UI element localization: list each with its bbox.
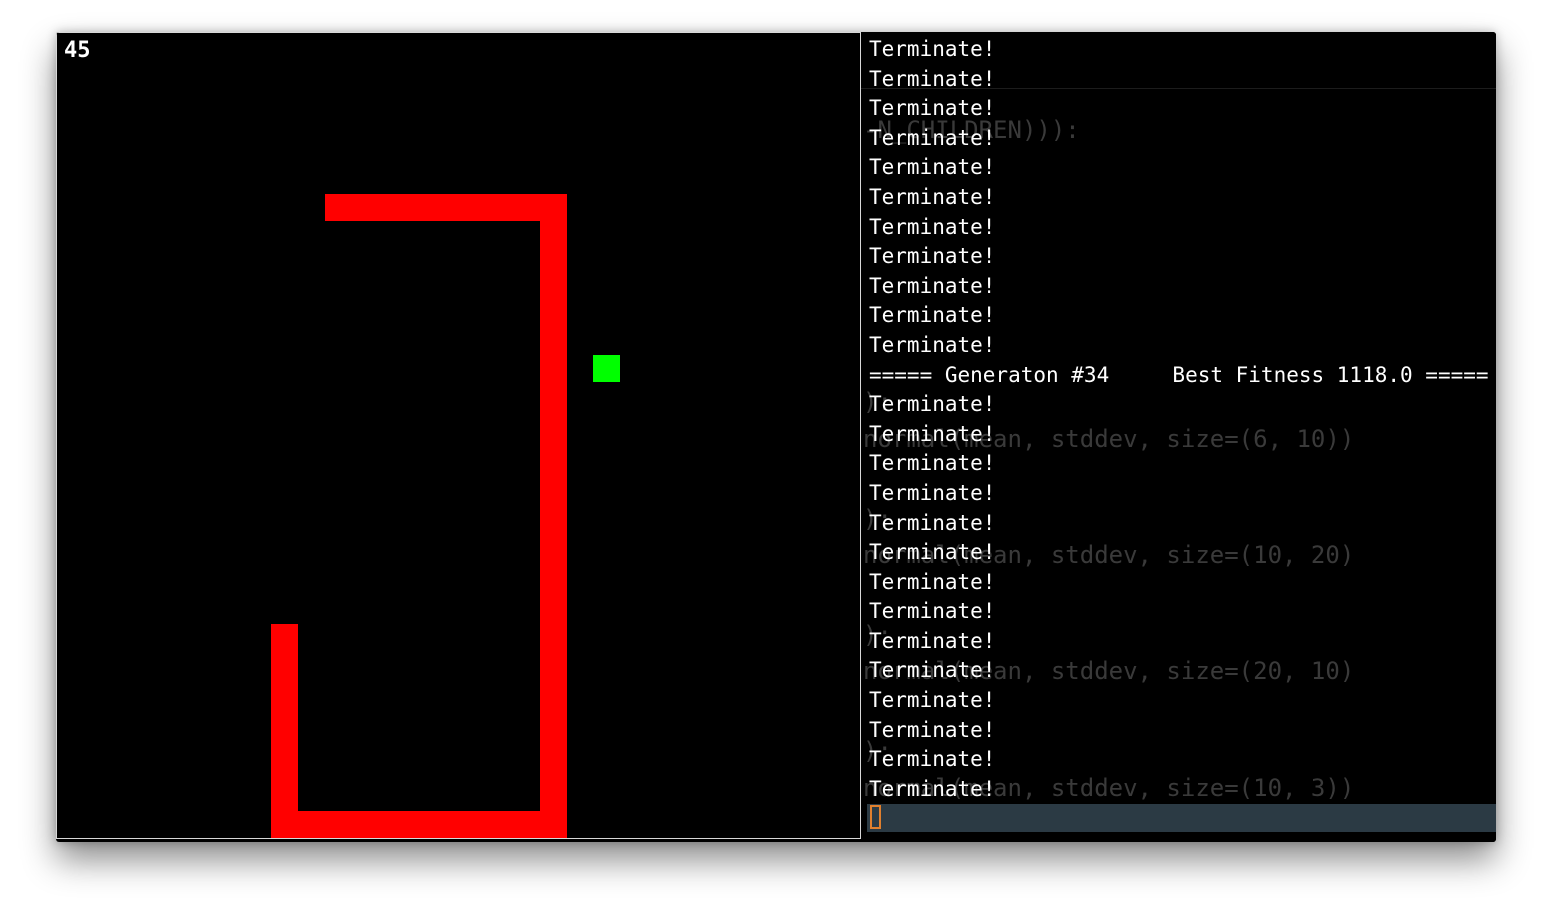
output-line: Terminate! — [869, 37, 996, 61]
output-line: Terminate! — [869, 569, 996, 594]
snake-segment-bottom — [271, 811, 567, 838]
app-window: 45 -N_CHILDREN))): ): normal(mean, stdde… — [56, 32, 1496, 842]
output-line: Terminate! — [869, 628, 996, 653]
score-display: 45 — [64, 38, 91, 63]
output-line: Terminate! — [869, 688, 996, 713]
output-line: Terminate! — [869, 184, 996, 209]
output-line: Terminate! — [869, 510, 996, 535]
output-line: Terminate! — [869, 421, 996, 446]
output-line: Terminate! — [869, 392, 996, 417]
output-line: Terminate! — [869, 658, 996, 683]
output-line: Terminate! — [869, 717, 996, 742]
output-line: Terminate! — [869, 480, 996, 505]
output-line: Terminate! — [869, 66, 996, 91]
output-line: Terminate! — [869, 303, 996, 328]
output-line: Terminate! — [869, 451, 996, 476]
terminal-pane[interactable]: -N_CHILDREN))): ): normal(mean, stddev, … — [861, 32, 1496, 842]
output-line: Terminate! — [869, 214, 996, 239]
output-line: Terminate! — [869, 273, 996, 298]
snake-segment-right-column — [540, 194, 567, 838]
output-line: Terminate! — [869, 747, 996, 772]
terminal-output: Terminate! Terminate! Terminate! Termina… — [869, 35, 1489, 804]
snake-segment-left-column — [271, 624, 298, 838]
snake-segment-top — [325, 194, 567, 221]
output-line: Terminate! — [869, 599, 996, 624]
output-line: Terminate! — [869, 244, 996, 269]
output-line: Terminate! — [869, 125, 996, 150]
food-pellet — [593, 355, 620, 382]
output-line: Terminate! — [869, 155, 996, 180]
command-prompt-bar[interactable] — [867, 804, 1496, 832]
output-line: Terminate! — [869, 776, 996, 801]
output-line: Terminate! — [869, 332, 996, 357]
output-line: Terminate! — [869, 96, 996, 121]
text-cursor — [870, 805, 881, 829]
output-line: Terminate! — [869, 540, 996, 565]
generation-summary-line: ===== Generaton #34 Best Fitness 1118.0 … — [869, 362, 1489, 387]
snake-game-canvas[interactable]: 45 — [56, 32, 861, 839]
